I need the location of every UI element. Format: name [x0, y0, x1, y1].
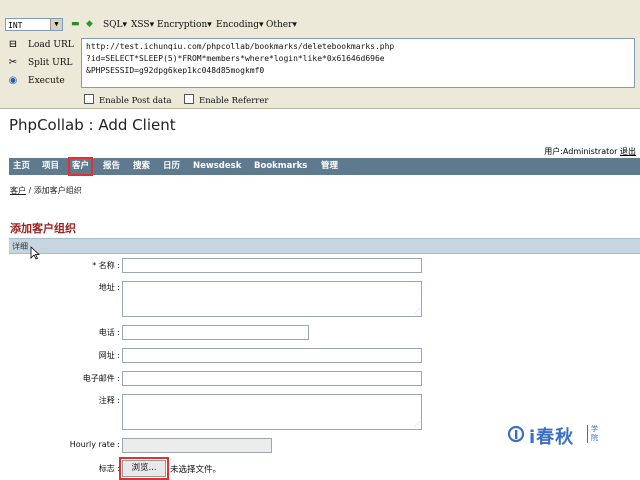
split-url-button[interactable]: ✂ Split URL [6, 55, 73, 71]
nav-clients[interactable]: 客户 [67, 157, 94, 176]
menu-xss[interactable]: XSS▾ [131, 18, 154, 32]
resize-handle-icon[interactable]: ⋰ [414, 422, 420, 428]
hourly-rate-label: Hourly rate : [69, 440, 120, 449]
user-info: 用户:Administrator 退出 [544, 146, 636, 157]
nav-projects[interactable]: 项目 [42, 158, 59, 175]
website-label: 网址 : [98, 351, 120, 360]
nav-reports[interactable]: 报告 [103, 158, 120, 175]
chevron-down-icon: ▼ [50, 19, 62, 30]
nav-search[interactable]: 搜索 [133, 158, 150, 175]
hackbar-menu: INT ▼ ▬ ◆ SQL▾ XSS▾ Encryption▾ Encoding… [0, 0, 640, 32]
load-url-button[interactable]: ⊟ Load URL [6, 37, 74, 53]
breadcrumb: 客户 / 添加客户组织 [10, 185, 82, 196]
section-title: 添加客户组织 [10, 222, 76, 235]
phone-label: 电话 : [98, 328, 120, 337]
email-label: 电子邮件 : [82, 374, 120, 383]
detail-header: 详细 [9, 238, 640, 254]
increase-icon[interactable]: ◆ [86, 19, 93, 30]
browse-button[interactable]: 浏览... [119, 457, 169, 480]
comments-textarea[interactable]: ⋰ [122, 394, 422, 430]
hackbar-toolbar: INT ▼ ▬ ◆ SQL▾ XSS▾ Encryption▾ Encoding… [0, 0, 640, 109]
menu-encryption[interactable]: Encryption▾ [157, 18, 212, 32]
no-file-text: 未选择文件。 [170, 465, 222, 475]
watermark-sub: 学院 [587, 425, 603, 443]
watermark-text: i春秋 [529, 427, 575, 448]
menu-sql[interactable]: SQL▾ [103, 18, 127, 32]
nav-calendar[interactable]: 日历 [163, 158, 180, 175]
ichunqiu-logo-icon [507, 425, 525, 443]
mouse-cursor-icon [30, 246, 40, 260]
comments-label: 注释 : [98, 396, 120, 405]
breadcrumb-clients-link[interactable]: 客户 [10, 186, 26, 195]
name-input[interactable] [122, 258, 422, 273]
menu-other[interactable]: Other▾ [266, 18, 297, 32]
website-input[interactable] [122, 348, 422, 363]
type-select[interactable]: INT ▼ [5, 18, 63, 31]
email-input[interactable] [122, 371, 422, 386]
execute-icon: ◉ [8, 75, 18, 86]
watermark-logo: i春秋 学院 [505, 422, 605, 448]
resize-handle-icon[interactable]: ⋰ [414, 309, 420, 315]
breadcrumb-separator: / [28, 186, 32, 195]
name-label: * 名称 : [92, 261, 120, 270]
split-url-icon: ✂ [8, 57, 18, 68]
nav-newsdesk[interactable]: Newsdesk [193, 158, 241, 175]
type-select-value: INT [8, 21, 23, 30]
enable-post-checkbox[interactable]: Enable Post data [84, 94, 172, 106]
checkbox-icon [84, 94, 94, 104]
nav-home[interactable]: 主页 [13, 158, 30, 175]
hourly-rate-input[interactable] [122, 438, 272, 453]
page-title: PhpCollab : Add Client [9, 116, 176, 134]
url-textarea[interactable]: http://test.ichunqiu.com/phpcollab/bookm… [81, 38, 635, 88]
address-textarea[interactable]: ⋰ [122, 281, 422, 317]
enable-referrer-checkbox[interactable]: Enable Referrer [184, 94, 268, 106]
address-label: 地址 : [98, 283, 120, 292]
menu-encoding[interactable]: Encoding▾ [216, 18, 264, 32]
user-label: 用户:Administrator [544, 147, 618, 156]
nav-bookmarks[interactable]: Bookmarks [254, 158, 307, 175]
decrease-icon[interactable]: ▬ [71, 19, 80, 30]
breadcrumb-current: 添加客户组织 [33, 186, 82, 195]
logout-link[interactable]: 退出 [620, 147, 636, 156]
nav-admin[interactable]: 管理 [321, 158, 338, 175]
main-nav: 主页 项目 客户 报告 搜索 日历 Newsdesk Bookmarks 管理 [9, 157, 640, 176]
load-url-icon: ⊟ [8, 39, 18, 50]
logo-label: 标志 : [98, 464, 120, 473]
detail-label: 详细 [12, 242, 28, 251]
checkbox-icon [184, 94, 194, 104]
execute-button[interactable]: ◉ Execute [6, 73, 65, 89]
phone-input[interactable] [122, 325, 309, 340]
